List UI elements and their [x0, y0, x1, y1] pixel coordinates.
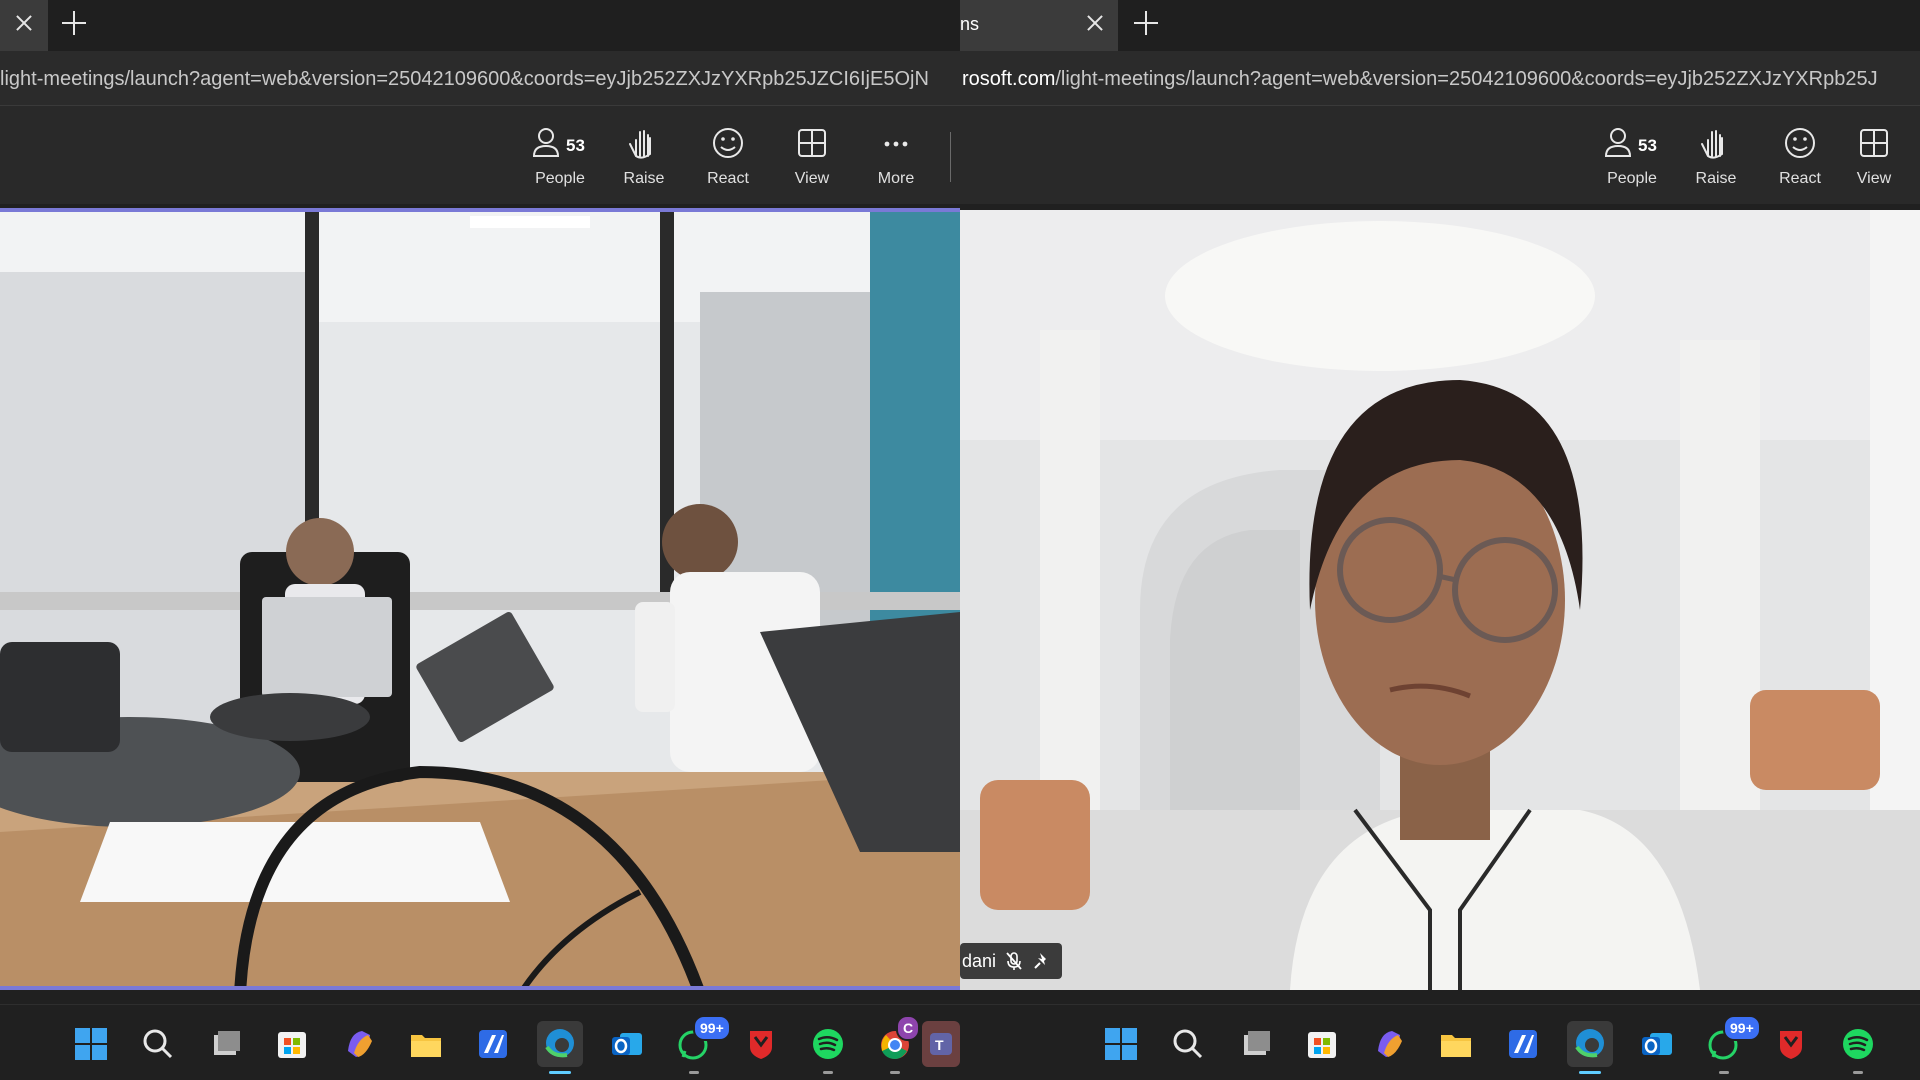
raise-hand-button[interactable]: Raise [1674, 126, 1758, 196]
tab-strip [0, 0, 960, 51]
task-view-icon[interactable] [1232, 1021, 1278, 1067]
store-icon[interactable] [1299, 1021, 1345, 1067]
spotify-icon[interactable] [805, 1021, 851, 1074]
participant-name: dani [962, 951, 997, 971]
more-label: More [877, 170, 915, 187]
copilot-icon[interactable] [1366, 1021, 1412, 1067]
search-icon[interactable] [135, 1021, 181, 1067]
right-browser-window: ns rosoft.com/light-meetings/launch?agen… [960, 0, 1920, 1080]
toolbar-divider [950, 132, 951, 182]
raise-label: Raise [623, 170, 665, 187]
app-icon-blue[interactable] [470, 1021, 516, 1067]
chrome-profile-badge: C [896, 1015, 921, 1041]
task-view-icon[interactable] [202, 1021, 248, 1067]
url-text[interactable]: rosoft.com/light-meetings/launch?agent=w… [962, 68, 1878, 91]
people-button[interactable]: 53 People [518, 126, 602, 196]
app-icon-blue[interactable] [1500, 1021, 1546, 1067]
smiley-icon [686, 126, 770, 162]
people-icon [518, 126, 602, 162]
shield-app-icon[interactable] [1768, 1021, 1814, 1067]
grid-view-icon [1832, 126, 1916, 162]
close-tab-icon[interactable] [11, 10, 37, 36]
start-icon[interactable] [1098, 1021, 1144, 1067]
hand-icon [602, 126, 686, 162]
react-label: React [707, 170, 749, 187]
outlook-icon[interactable] [1634, 1021, 1680, 1067]
react-label: React [1779, 170, 1821, 187]
meeting-toolbar: 53 People Raise React [0, 106, 960, 204]
people-count: 53 [1638, 136, 1657, 155]
people-label: People [535, 170, 585, 187]
close-tab-icon[interactable] [1082, 10, 1108, 36]
whatsapp-badge: 99+ [1723, 1015, 1761, 1041]
copilot-icon[interactable] [336, 1021, 382, 1067]
windows-taskbar: 99+ C T [0, 1004, 960, 1080]
edge-icon[interactable] [537, 1021, 583, 1074]
running-indicator [890, 1071, 900, 1074]
people-icon [1590, 126, 1674, 162]
left-browser-window: light-meetings/launch?agent=web&version=… [0, 0, 960, 1080]
running-indicator [1853, 1071, 1863, 1074]
video-feed-participant [960, 210, 1920, 990]
participant-name-tag[interactable]: dani [960, 943, 1062, 979]
people-button[interactable]: 53 People [1590, 126, 1674, 196]
running-indicator [689, 1071, 699, 1074]
tab-title: ns [960, 14, 980, 34]
address-bar[interactable]: light-meetings/launch?agent=web&version=… [0, 51, 960, 106]
tab-strip: ns [960, 0, 1920, 51]
new-tab-icon[interactable] [1133, 10, 1159, 36]
whatsapp-badge: 99+ [693, 1015, 731, 1041]
more-icon [854, 126, 938, 162]
view-label: View [1856, 170, 1892, 187]
start-icon[interactable] [68, 1021, 114, 1067]
mic-muted-icon [1006, 952, 1022, 970]
outlook-icon[interactable] [604, 1021, 650, 1067]
url-host: rosoft.com [962, 68, 1056, 90]
windows-taskbar: 99+ [960, 1004, 1920, 1080]
react-button[interactable]: React [686, 126, 770, 196]
store-icon[interactable] [269, 1021, 315, 1067]
running-indicator [823, 1071, 833, 1074]
raise-label: Raise [1695, 170, 1737, 187]
teams-icon[interactable]: T [922, 1021, 960, 1067]
view-label: View [794, 170, 830, 187]
shield-app-icon[interactable] [738, 1021, 784, 1067]
url-text[interactable]: light-meetings/launch?agent=web&version=… [0, 68, 929, 91]
whatsapp-icon[interactable]: 99+ [671, 1015, 731, 1074]
running-indicator [1719, 1071, 1729, 1074]
grid-view-icon [770, 126, 854, 162]
pin-icon[interactable] [1032, 951, 1052, 971]
chrome-icon[interactable]: C [872, 1015, 921, 1074]
spotify-icon[interactable] [1835, 1021, 1881, 1074]
meeting-toolbar: 53 People Raise React [960, 106, 1920, 204]
react-button[interactable]: React [1758, 126, 1842, 196]
search-icon[interactable] [1165, 1021, 1211, 1067]
active-indicator [1579, 1071, 1601, 1074]
file-explorer-icon[interactable] [403, 1021, 449, 1067]
active-indicator [549, 1071, 571, 1074]
more-button[interactable]: More [854, 126, 938, 196]
video-feed-conference-room [0, 208, 960, 990]
file-explorer-icon[interactable] [1433, 1021, 1479, 1067]
url-path: /light-meetings/launch?agent=web&version… [1055, 68, 1878, 90]
edge-icon[interactable] [1567, 1021, 1613, 1074]
active-tab[interactable] [0, 0, 48, 51]
view-button[interactable]: View [770, 126, 854, 196]
address-bar[interactable]: rosoft.com/light-meetings/launch?agent=w… [960, 51, 1920, 106]
people-count: 53 [566, 136, 585, 155]
view-button[interactable]: View [1832, 126, 1916, 196]
new-tab-icon[interactable] [61, 10, 87, 36]
svg-text:T: T [935, 1037, 944, 1053]
raise-hand-button[interactable]: Raise [602, 126, 686, 196]
people-label: People [1607, 170, 1657, 187]
smiley-icon [1758, 126, 1842, 162]
active-tab[interactable]: ns [960, 0, 1118, 51]
hand-icon [1674, 126, 1758, 162]
whatsapp-icon[interactable]: 99+ [1701, 1015, 1761, 1074]
